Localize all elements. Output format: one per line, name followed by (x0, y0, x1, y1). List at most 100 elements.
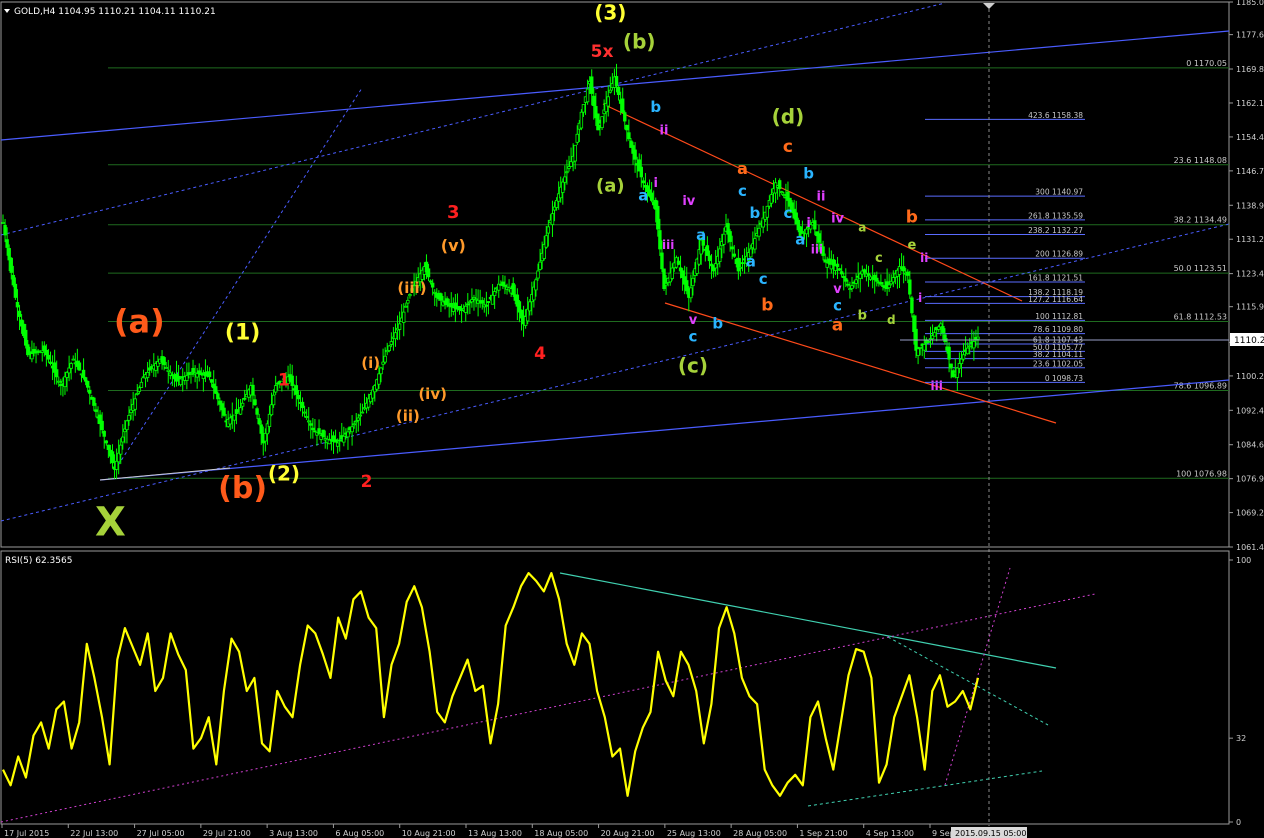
candle-body (738, 266, 743, 269)
candle-body (474, 298, 478, 301)
candle-body (114, 460, 119, 470)
wave-label: b (712, 314, 723, 332)
wave-label: a (746, 253, 756, 271)
candle-body (625, 125, 629, 131)
wave-label: i (806, 216, 810, 231)
candle-body (932, 332, 937, 337)
candle-body (658, 230, 662, 250)
candle-body (358, 414, 363, 417)
wave-label: (a) (114, 303, 165, 341)
wave-label: c (688, 328, 697, 346)
price-tick-label: 1138.9 (1236, 201, 1264, 210)
candle-body (736, 257, 741, 272)
wave-label: (2) (268, 461, 300, 485)
candle-body (255, 408, 259, 415)
candle-body (11, 274, 16, 286)
candle-body (862, 269, 867, 273)
price-tick-label: 1069.2 (1236, 509, 1264, 518)
candle-body (228, 417, 232, 425)
wave-label: (1) (225, 320, 260, 345)
price-tick-label: 1123.4 (1236, 270, 1264, 279)
candle-body (242, 397, 247, 400)
candle-body (689, 287, 693, 299)
fib-extension-label: 423.6 1158.38 (1028, 111, 1083, 120)
candle-body (813, 220, 817, 230)
candle-body (633, 149, 637, 160)
candle-body (579, 111, 584, 129)
candle-body (296, 394, 301, 400)
candle-body (782, 194, 786, 196)
wave-label: (d) (772, 104, 805, 128)
candle-body (397, 323, 402, 330)
candle-body (271, 394, 276, 406)
candle-body (707, 255, 712, 262)
wave-label: iv (682, 194, 695, 209)
candle-body (842, 276, 846, 278)
candle-body (550, 213, 555, 226)
candle-body (199, 372, 204, 375)
price-tick-label: 1061.4 (1236, 543, 1264, 552)
candle-body (307, 420, 311, 423)
wave-label: c (783, 137, 793, 157)
candle-body (290, 375, 294, 387)
candle-body (916, 348, 920, 356)
candle-body (866, 273, 871, 276)
candle-body (503, 284, 507, 287)
candle-body (947, 346, 951, 360)
wave-label: 3 (447, 202, 460, 223)
candle-body (466, 303, 470, 306)
fib-extension-label: 200 1126.89 (1035, 250, 1083, 259)
candle-body (773, 182, 778, 194)
candle-body (511, 283, 515, 295)
wave-label: ii (817, 189, 826, 204)
candle-body (71, 358, 75, 361)
candle-body (728, 231, 732, 242)
chart: 0 1170.05 23.6 1148.08 38.2 1134.49 50.0 11… (0, 0, 1264, 838)
candle-body (879, 282, 883, 285)
candle-body (294, 385, 299, 395)
candle-body (823, 259, 827, 263)
candle-body (106, 444, 111, 450)
candle-body (753, 238, 757, 250)
candle-body (338, 439, 342, 442)
candle-body (492, 291, 497, 296)
candle-body (957, 363, 962, 369)
candle-body (137, 387, 142, 392)
candle-body (333, 439, 338, 443)
candle-body (926, 341, 931, 343)
candle-body (164, 367, 168, 369)
candle-body (48, 361, 53, 364)
candle-body (251, 384, 255, 396)
price-tick-label: 1076.9 (1236, 475, 1264, 484)
wave-label: iii (811, 242, 823, 256)
candle-body (216, 393, 220, 400)
time-tick-label: 10 Aug 21:00 (402, 829, 456, 838)
candle-body (968, 345, 972, 348)
candle-body (662, 268, 666, 290)
wave-label: a (832, 315, 843, 335)
candle-body (565, 171, 569, 174)
wave-label: (iv) (418, 385, 447, 403)
candle-body (641, 180, 646, 184)
candle-body (46, 354, 51, 360)
candle-body (406, 299, 410, 304)
candle-body (470, 299, 474, 303)
candle-body (185, 375, 189, 381)
candle-body (40, 350, 44, 353)
candle-body (959, 358, 964, 365)
wave-label: a (858, 220, 866, 234)
candle-body (854, 279, 858, 284)
wave-label: v (689, 313, 698, 328)
candle-body (313, 430, 317, 433)
candle-body (705, 245, 710, 256)
candle-body (232, 414, 237, 421)
wave-label: (c) (678, 353, 708, 377)
candle-body (757, 227, 761, 237)
candle-body (189, 373, 193, 375)
candle-body (304, 416, 309, 418)
wave-label: b (803, 164, 814, 182)
retracement-level-label: 23.6 1148.08 (1174, 156, 1227, 165)
candle-body (887, 284, 891, 289)
fib-extension-label: 78.6 1109.80 (1033, 325, 1083, 334)
wave-label: ii (660, 123, 669, 138)
